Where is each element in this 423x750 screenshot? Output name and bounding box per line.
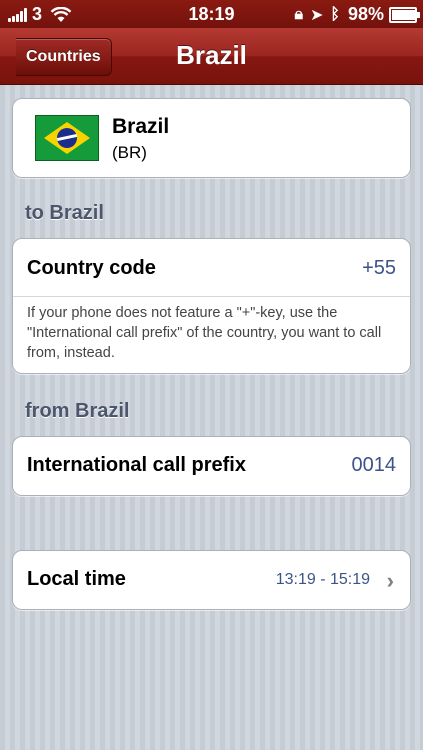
- navigation-bar: Countries Brazil: [0, 28, 423, 85]
- international-prefix-value: 0014: [351, 454, 397, 476]
- local-time-row[interactable]: Local time 13:19 - 15:19 ›: [12, 550, 411, 610]
- country-code-card: Country code +55 If your phone does not …: [12, 238, 411, 374]
- local-time-label: Local time: [27, 568, 126, 590]
- section-header-from: from Brazil: [25, 400, 130, 422]
- bluetooth-icon: ᛒ: [330, 5, 340, 23]
- country-code-note: If your phone does not feature a "+"-key…: [27, 305, 382, 361]
- country-code-label: Country code: [27, 257, 156, 279]
- divider: [13, 296, 410, 297]
- status-bar: 3 18:19 🔒︎ ➤ ᛒ 98%: [0, 0, 423, 28]
- battery-percent: 98%: [347, 4, 384, 24]
- international-prefix-label: International call prefix: [27, 454, 246, 476]
- battery-icon: [389, 6, 420, 23]
- section-header-to: to Brazil: [25, 202, 104, 224]
- brazil-flag-icon: [35, 115, 99, 161]
- country-card: Brazil (BR): [12, 98, 411, 178]
- country-iso-code: (BR): [112, 143, 147, 162]
- country-code-value: +55: [362, 257, 396, 279]
- rotation-lock-icon: 🔒︎: [294, 5, 303, 23]
- local-time-value: 13:19 - 15:19: [275, 571, 370, 588]
- country-name: Brazil: [112, 115, 170, 138]
- chevron-right-icon: ›: [386, 568, 394, 593]
- location-icon: ➤: [309, 6, 324, 24]
- page-title: Brazil: [176, 40, 247, 70]
- international-prefix-card: International call prefix 0014: [12, 436, 411, 496]
